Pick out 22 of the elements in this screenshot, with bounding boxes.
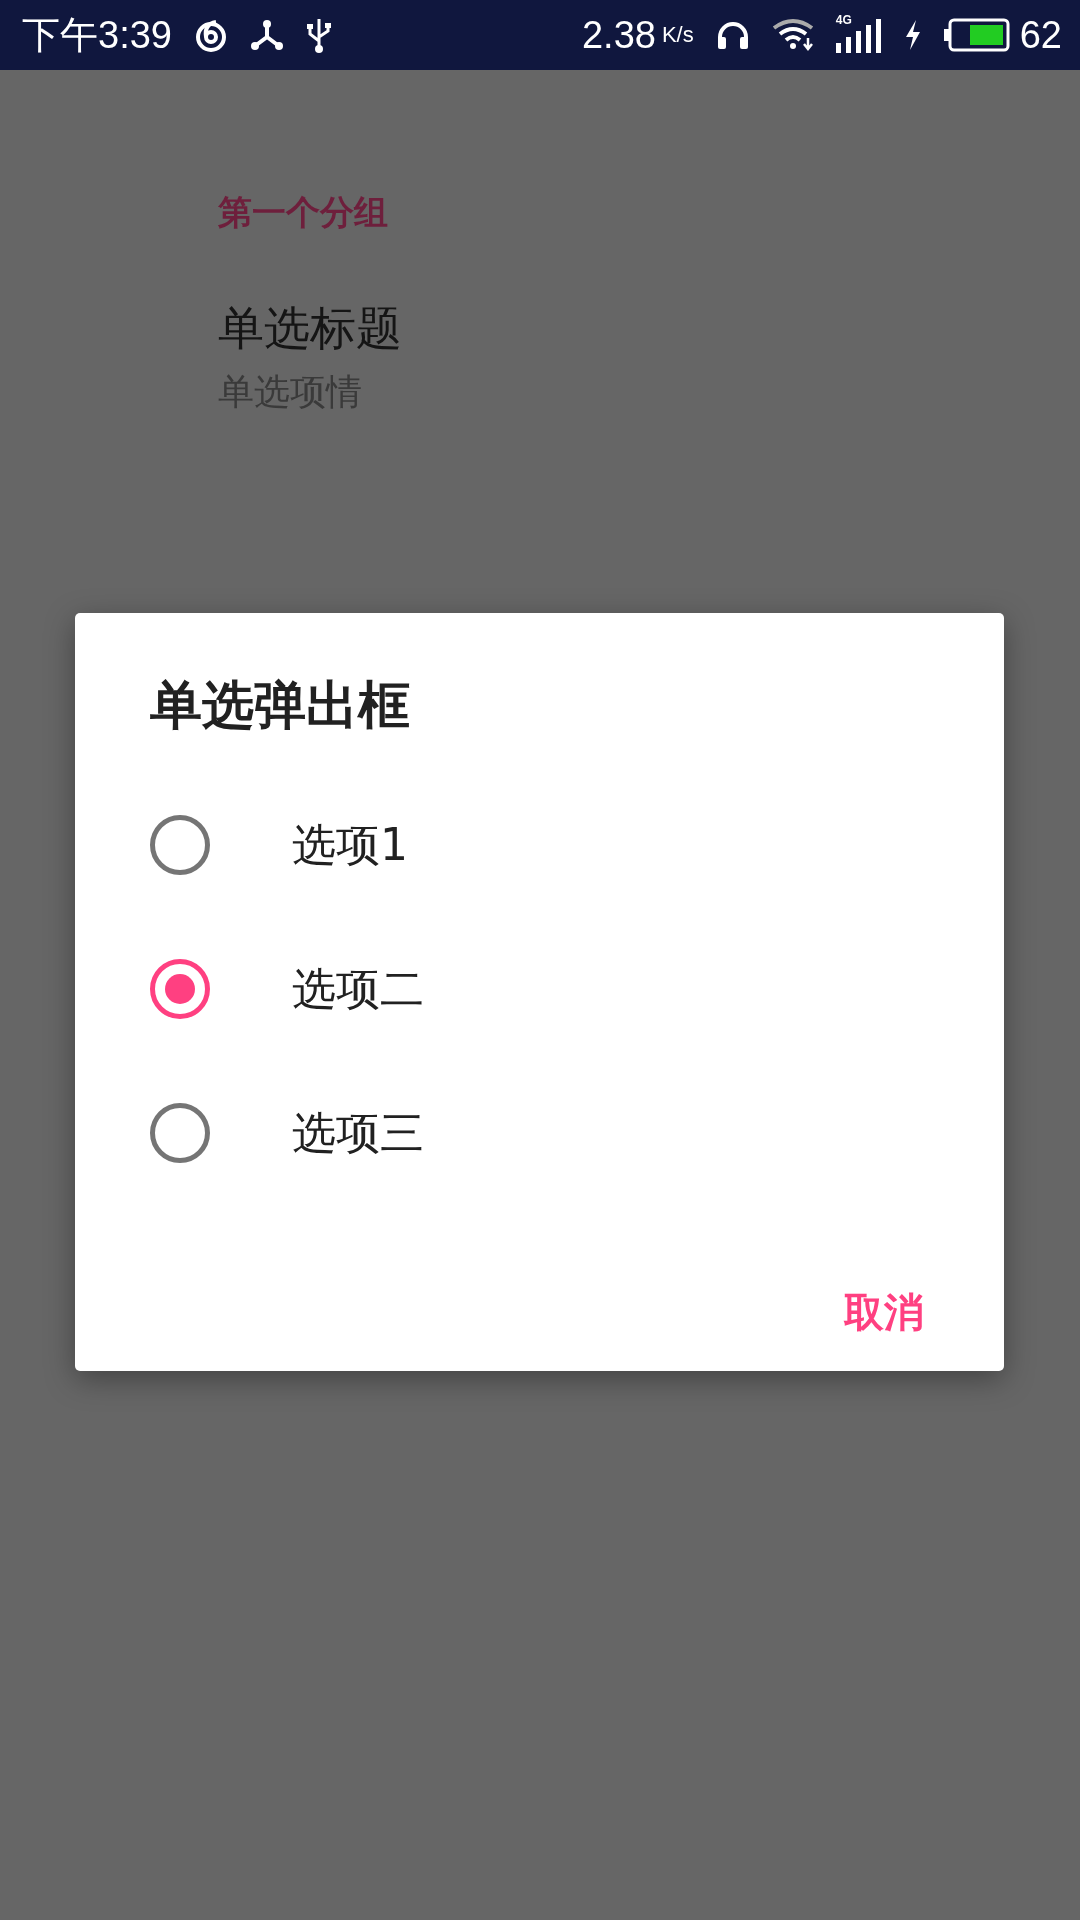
radio-button[interactable] (150, 815, 210, 875)
option-label[interactable]: 选项1 (292, 815, 408, 875)
radio-button[interactable] (150, 959, 210, 1019)
wifi-icon (771, 18, 814, 52)
swirl-icon (193, 18, 228, 52)
radio-button[interactable] (150, 1103, 210, 1163)
preference-title: 单选标题 (218, 300, 403, 357)
battery-icon (943, 18, 1010, 52)
signal-icon (835, 17, 882, 53)
network-speed: 2.38 (581, 13, 656, 57)
speed-unit: K/s (661, 22, 694, 48)
clock: 下午3:39 (22, 12, 172, 58)
option-label[interactable]: 选项三 (292, 1103, 424, 1163)
network-type: 4G (835, 13, 852, 27)
option-label[interactable]: 选项二 (292, 959, 424, 1019)
category-title: 第一个分组 (218, 191, 389, 234)
usb-icon (305, 17, 332, 53)
battery-percentage: 62 (1019, 13, 1062, 57)
charging-icon (903, 20, 922, 50)
share-icon (249, 19, 284, 51)
dialog-title: 单选弹出框 (150, 674, 411, 737)
headphones-icon (715, 19, 750, 51)
